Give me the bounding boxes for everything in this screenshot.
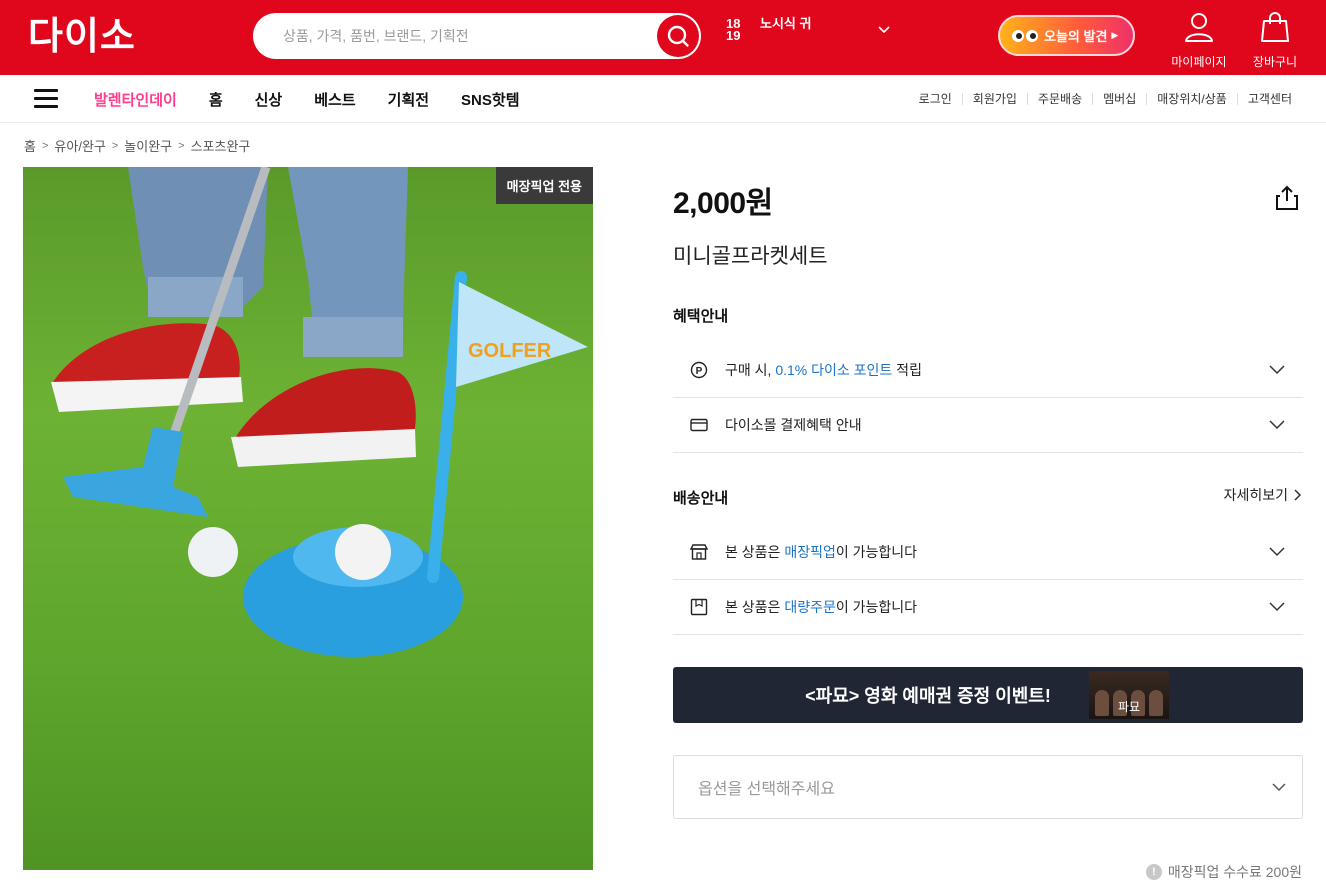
search-input[interactable]	[283, 13, 643, 59]
play-arrow-icon: ▶	[1111, 30, 1119, 40]
bulk-highlight: 대량주문	[784, 599, 836, 615]
cart-label: 장바구니	[1252, 55, 1298, 69]
search-icon	[667, 25, 689, 47]
breadcrumb-item[interactable]: 유아/완구	[54, 136, 105, 155]
movie-poster-image: 파묘	[1089, 671, 1169, 719]
mypage-button[interactable]: 마이페이지	[1166, 10, 1232, 70]
poster-title: 파묘	[1117, 700, 1141, 714]
user-icon	[1185, 13, 1213, 42]
pickup-fee-note: ! 매장픽업 수수료 200원	[1145, 862, 1302, 882]
store-icon	[689, 542, 709, 562]
top-header: 다이소 18 19 노시식 귀 오늘의 발견 ▶ 마이페이지	[0, 0, 1326, 75]
discover-label: 오늘의 발견	[1044, 29, 1108, 44]
customer-center-link[interactable]: 고객센터	[1236, 93, 1302, 105]
signup-link[interactable]: 회원가입	[961, 93, 1027, 105]
store-pickup-row[interactable]: 본 상품은 매장픽업이 가능합니다	[673, 525, 1303, 580]
nav-item-home[interactable]: 홈	[209, 89, 223, 110]
nav-item-valentine[interactable]: 발렌타인데이	[94, 89, 177, 110]
delivery-detail-link[interactable]: 자세히보기	[1224, 485, 1302, 505]
nav-utility-menu: 로그인 회원가입 주문배송 멤버십 매장위치/상품 고객센터	[909, 75, 1302, 123]
bulk-order-text: 본 상품은 대량주문이 가능합니다	[725, 599, 918, 615]
chevron-down-icon	[1269, 547, 1285, 557]
svg-text:P: P	[696, 366, 703, 377]
breadcrumb-item[interactable]: 홈	[24, 136, 36, 155]
product-price: 2,000원	[673, 187, 773, 220]
today-discover-button[interactable]: 오늘의 발견 ▶	[998, 15, 1135, 56]
pickup-only-badge: 매장픽업 전용	[495, 167, 593, 204]
menu-icon[interactable]	[34, 89, 58, 109]
delivery-section-title: 배송안내	[673, 490, 729, 507]
store-name: 노시식 귀	[760, 16, 812, 31]
payment-benefit-row[interactable]: 다이소몰 결제혜택 안내	[673, 398, 1303, 453]
shopping-bag-icon	[1261, 12, 1289, 42]
payment-benefit-text: 다이소몰 결제혜택 안내	[725, 417, 862, 433]
membership-link[interactable]: 멤버십	[1092, 93, 1146, 105]
nav-item-new[interactable]: 신상	[255, 89, 283, 110]
bulk-order-row[interactable]: 본 상품은 대량주문이 가능합니다	[673, 580, 1303, 635]
main-nav: 발렌타인데이 홈 신상 베스트 기획전 SNS핫템 로그인 회원가입 주문배송 …	[0, 75, 1326, 123]
search-button[interactable]	[657, 15, 699, 57]
search-bar	[253, 13, 701, 59]
chevron-right-icon: >	[178, 139, 185, 152]
chevron-down-icon	[878, 26, 890, 34]
product-name: 미니골프라켓세트	[673, 245, 828, 268]
point-highlight: 0.1% 다이소 포인트	[775, 362, 893, 378]
benefit-section-title: 혜택안내	[673, 308, 729, 325]
cart-button[interactable]: 장바구니	[1242, 10, 1308, 70]
chevron-down-icon	[1269, 365, 1285, 375]
info-icon: !	[1145, 864, 1162, 880]
store-number: 18 19	[726, 16, 741, 43]
product-image[interactable]: GOLFER 매장픽업 전용	[23, 167, 593, 870]
store-location-link[interactable]: 매장위치/상품	[1146, 93, 1237, 105]
option-placeholder: 옵션을 선택해주세요	[698, 781, 835, 798]
point-benefit-row[interactable]: P 구매 시, 0.1% 다이소 포인트 적립	[673, 343, 1303, 398]
nav-item-promotion[interactable]: 기획전	[388, 89, 429, 110]
nav-item-sns-hot[interactable]: SNS핫템	[461, 89, 519, 110]
option-select[interactable]: 옵션을 선택해주세요	[673, 755, 1303, 819]
login-link[interactable]: 로그인	[909, 93, 962, 105]
breadcrumb-item[interactable]: 놀이완구	[124, 136, 172, 155]
order-delivery-link[interactable]: 주문배송	[1026, 93, 1092, 105]
share-icon	[1276, 185, 1298, 210]
daiso-logo[interactable]: 다이소	[28, 14, 136, 60]
event-banner[interactable]: <파묘> 영화 예매권 증정 이벤트! 파묘	[673, 667, 1303, 723]
chevron-down-icon	[1269, 602, 1285, 612]
box-icon	[689, 597, 709, 617]
share-button[interactable]	[1273, 184, 1301, 212]
chevron-down-icon	[1269, 420, 1285, 430]
chevron-right-icon: >	[111, 139, 119, 152]
point-benefit-text: 구매 시, 0.1% 다이소 포인트 적립	[725, 362, 922, 378]
store-selector[interactable]: 18 19 노시식 귀	[726, 16, 896, 54]
chevron-down-icon	[1272, 782, 1286, 791]
chevron-right-icon	[1294, 489, 1302, 501]
store-pickup-text: 본 상품은 매장픽업이 가능합니다	[725, 544, 918, 560]
point-icon: P	[689, 360, 709, 380]
pickup-highlight: 매장픽업	[784, 544, 836, 560]
golf-set-illustration: GOLFER	[51, 167, 588, 657]
flag-text: GOLFER	[468, 340, 552, 362]
mypage-label: 마이페이지	[1171, 55, 1227, 69]
eyes-icon	[1012, 29, 1038, 42]
chevron-right-icon: >	[41, 139, 49, 152]
nav-main-menu: 발렌타인데이 홈 신상 베스트 기획전 SNS핫템	[94, 75, 552, 123]
pickup-fee-text: 매장픽업 수수료 200원	[1167, 864, 1302, 880]
nav-item-best[interactable]: 베스트	[314, 89, 355, 110]
breadcrumb-item[interactable]: 스포츠완구	[191, 136, 251, 155]
card-icon	[689, 415, 709, 435]
detail-link-label: 자세히보기	[1223, 487, 1288, 503]
breadcrumb: 홈 > 유아/완구 > 놀이완구 > 스포츠완구	[24, 136, 250, 155]
